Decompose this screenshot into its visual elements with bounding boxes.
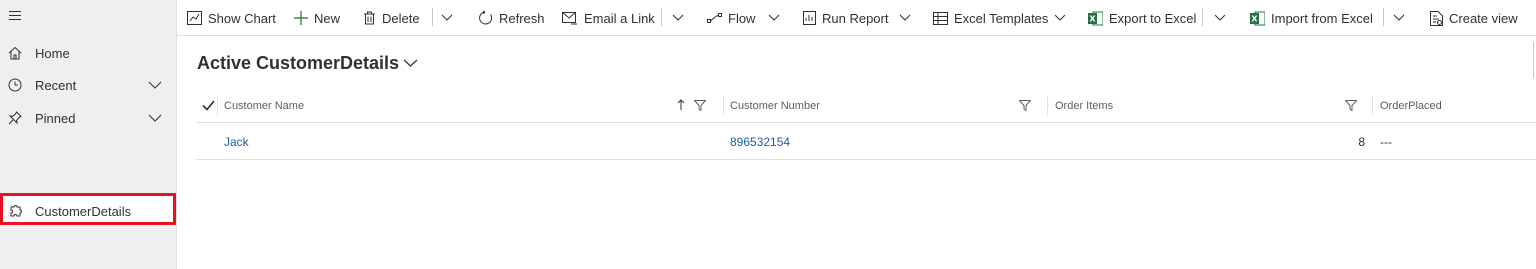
grid-header: Customer Name Customer Number Order Item…: [196, 88, 1536, 123]
home-icon: [8, 46, 22, 60]
column-header-orderplaced[interactable]: OrderPlaced: [1380, 88, 1442, 123]
chevron-down-icon[interactable]: [1054, 13, 1066, 23]
delete-button[interactable]: Delete: [363, 0, 420, 36]
excel-templates-button[interactable]: Excel Templates: [933, 0, 1048, 36]
toolbar-divider: [432, 8, 433, 26]
sidebar-item-recent[interactable]: Recent: [0, 69, 177, 101]
hamburger-menu-icon[interactable]: [9, 11, 21, 23]
column-divider: [1372, 96, 1373, 115]
refresh-icon: [479, 11, 493, 25]
column-header-order-items[interactable]: Order Items: [1055, 88, 1113, 123]
filter-icon[interactable]: [1019, 100, 1031, 111]
order-placed-value: ---: [1380, 135, 1392, 149]
filter-icon[interactable]: [1345, 100, 1357, 111]
view-title: Active CustomerDetails: [197, 53, 400, 73]
excel-icon: X: [1250, 11, 1265, 25]
chart-icon: [187, 11, 202, 25]
sort-ascending-icon[interactable]: [677, 99, 685, 111]
plus-icon: [294, 11, 308, 25]
sidebar-item-label: Pinned: [35, 110, 76, 126]
command-bar: Show Chart New Delete Refresh Email a Li…: [177, 0, 1536, 36]
email-link-button[interactable]: Email a Link: [562, 0, 655, 36]
chevron-down-icon[interactable]: [899, 13, 911, 23]
chevron-down-icon[interactable]: [768, 13, 780, 23]
customer-number-link[interactable]: 896532154: [730, 135, 790, 149]
clock-icon: [8, 78, 22, 92]
chevron-down-icon[interactable]: [1393, 13, 1405, 23]
sidebar-item-pinned[interactable]: Pinned: [0, 102, 177, 134]
chevron-down-icon[interactable]: [1214, 13, 1226, 23]
view-selector-chevron-icon[interactable]: [403, 58, 418, 68]
column-header-customer-name[interactable]: Customer Name: [224, 88, 304, 123]
export-to-excel-button[interactable]: X Export to Excel: [1088, 0, 1196, 36]
pin-icon: [8, 111, 22, 125]
column-header-customer-number[interactable]: Customer Number: [730, 88, 820, 123]
show-chart-button[interactable]: Show Chart: [187, 0, 276, 36]
run-report-button[interactable]: Run Report: [803, 0, 888, 36]
svg-text:X: X: [1251, 14, 1258, 23]
sidebar: Home Recent Pinned CustomerDetails: [0, 0, 177, 269]
refresh-button[interactable]: Refresh: [479, 0, 545, 36]
trash-icon: [364, 11, 375, 25]
import-from-excel-button[interactable]: X Import from Excel: [1250, 0, 1373, 36]
chevron-down-icon[interactable]: [148, 113, 162, 123]
select-all-checkmark-icon[interactable]: [202, 100, 215, 111]
sidebar-item-home[interactable]: Home: [0, 37, 177, 69]
create-view-icon: [1430, 10, 1443, 26]
new-button[interactable]: New: [294, 0, 340, 36]
sidebar-item-label: CustomerDetails: [35, 204, 132, 219]
excel-template-icon: [933, 11, 948, 25]
toolbar-divider: [1202, 8, 1203, 26]
email-icon: [562, 11, 577, 24]
column-divider: [217, 96, 218, 115]
report-icon: [803, 11, 816, 25]
order-items-value: 8: [1358, 135, 1365, 149]
column-divider: [723, 96, 724, 115]
sidebar-item-customerdetails[interactable]: CustomerDetails: [0, 193, 176, 225]
chevron-down-icon[interactable]: [441, 13, 453, 23]
table-row[interactable]: Jack 896532154 8 ---: [196, 124, 1536, 160]
scrollbar[interactable]: [1533, 42, 1534, 78]
customer-name-link[interactable]: Jack: [224, 135, 249, 149]
chevron-down-icon[interactable]: [148, 80, 162, 90]
flow-icon: [707, 13, 722, 23]
column-divider: [1047, 96, 1048, 115]
chevron-down-icon[interactable]: [672, 13, 684, 23]
svg-text:X: X: [1089, 14, 1096, 23]
puzzle-icon: [10, 205, 22, 217]
toolbar-divider: [1383, 8, 1384, 26]
toolbar-divider: [661, 8, 662, 26]
sidebar-item-label: Home: [35, 45, 70, 61]
flow-button[interactable]: Flow: [707, 0, 755, 36]
create-view-button[interactable]: Create view: [1430, 0, 1518, 36]
sidebar-item-label: Recent: [35, 77, 77, 93]
excel-icon: X: [1088, 11, 1103, 25]
filter-icon[interactable]: [694, 100, 706, 111]
